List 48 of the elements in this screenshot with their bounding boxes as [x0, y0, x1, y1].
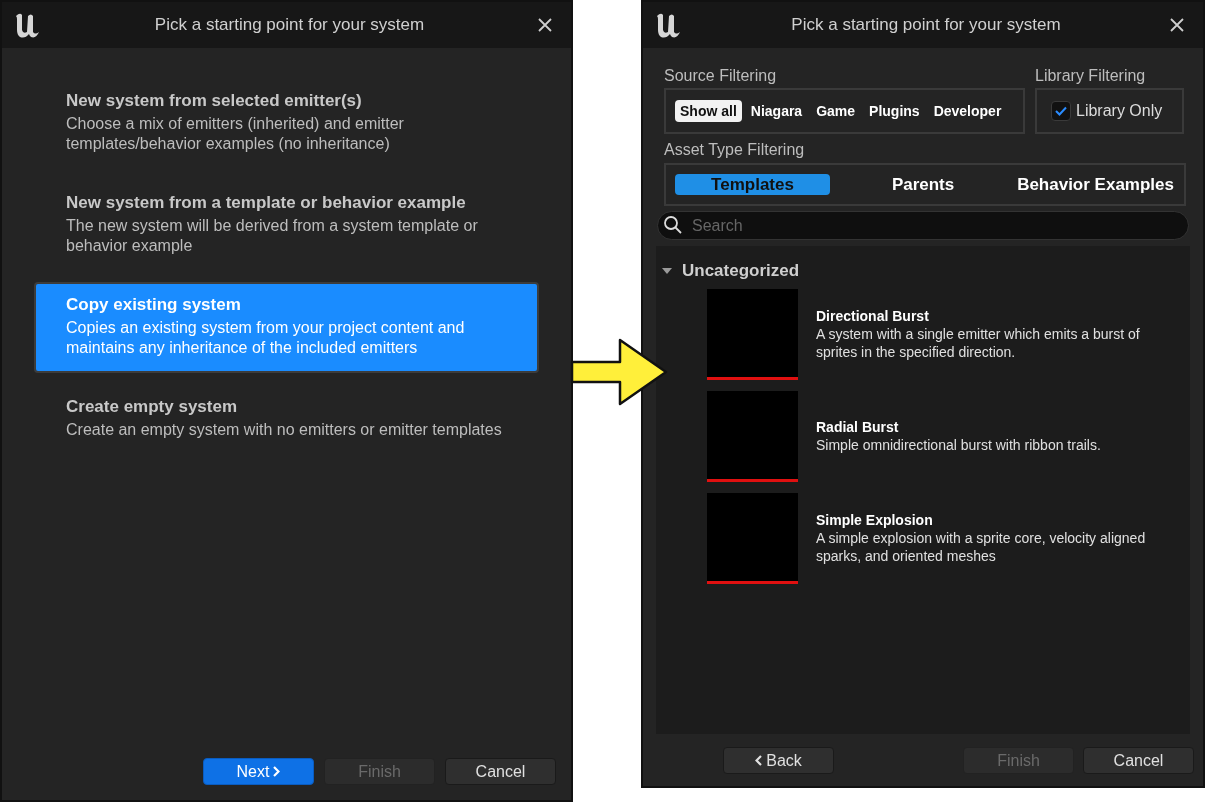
- option-item[interactable]: New system from selected emitter(s) Choose a mix of emitters (inherited) and emitter templates/behavior examples (no inheritance): [34, 78, 539, 169]
- asset-item[interactable]: Simple Explosion A simple explosion with a sprite core, velocity aligned sparks, and oriented meshes: [656, 490, 1190, 592]
- option-item[interactable]: New system from a template or behavior example The new system will be derived from a system template or behavior example: [34, 180, 539, 271]
- option-description: Create an empty system with no emitters or emitter templates: [66, 419, 503, 440]
- asset-item[interactable]: Directional Burst A system with a single emitter which emits a burst of sprites in the specified direction.: [656, 286, 1190, 388]
- option-title: Create empty system: [66, 396, 239, 418]
- window-title: Pick a starting point for your system: [790, 14, 1062, 37]
- asset-type-tab[interactable]: Behavior Examples: [1016, 174, 1175, 195]
- filter-toggle[interactable]: Game: [811, 100, 861, 122]
- next-button[interactable]: Next: [203, 758, 314, 785]
- close-icon[interactable]: [537, 17, 553, 33]
- dialog-button[interactable]: Cancel: [445, 758, 556, 785]
- asset-item[interactable]: Radial Burst Simple omnidirectional burst with ribbon trails.: [656, 388, 1190, 490]
- asset-type-tab[interactable]: Templates: [675, 174, 830, 195]
- section-label: Asset Type Filtering: [664, 141, 805, 158]
- category-header[interactable]: Uncategorized: [656, 246, 1190, 286]
- dialog-button[interactable]: Cancel: [1083, 747, 1194, 774]
- option-title: Copy existing system: [66, 294, 242, 316]
- section-label: Library Filtering: [1035, 66, 1147, 86]
- asset-description: A simple explosion with a sprite core, velocity aligned sparks, and oriented meshes: [816, 529, 1147, 565]
- checkbox-label: Library Only: [1076, 101, 1163, 121]
- asset-title: Radial Burst: [816, 418, 900, 436]
- option-item[interactable]: Create empty system Create an empty system with no emitters or emitter templates: [34, 384, 539, 475]
- search-icon: [663, 215, 683, 235]
- close-icon[interactable]: [1169, 17, 1185, 33]
- filter-toggle[interactable]: Show all: [675, 100, 742, 122]
- option-title: New system from a template or behavior example: [66, 192, 467, 214]
- check-icon: [1055, 106, 1067, 116]
- asset-description: Simple omnidirectional burst with ribbon trails.: [816, 436, 1101, 454]
- section-label: Source Filtering: [664, 66, 778, 86]
- window-title: Pick a starting point for your system: [153, 14, 426, 37]
- filter-toggle[interactable]: Niagara: [745, 100, 808, 122]
- checkbox[interactable]: [1051, 101, 1071, 121]
- chevron-left-icon: [755, 755, 763, 766]
- search-field[interactable]: Search: [657, 211, 1189, 240]
- asset-description: A system with a single emitter which emits a burst of sprites in the specified direction.: [816, 325, 1141, 361]
- option-description: The new system will be derived from a system template or behavior example: [66, 215, 479, 256]
- asset-type-tab[interactable]: Parents: [890, 174, 956, 195]
- filter-toggle[interactable]: Plugins: [864, 100, 925, 122]
- option-title: New system from selected emitter(s): [66, 90, 363, 112]
- filter-toggle[interactable]: Developer: [928, 100, 1007, 122]
- back-button[interactable]: Back: [723, 747, 834, 774]
- asset-title: Simple Explosion: [816, 511, 934, 529]
- option-description: Copies an existing system from your project content and maintains any inheritance of the included emitters: [66, 317, 466, 358]
- asset-title: Directional Burst: [816, 307, 930, 325]
- chevron-right-icon: [273, 766, 281, 777]
- option-description: Choose a mix of emitters (inherited) and emitter templates/behavior examples (no inheritance): [66, 113, 405, 154]
- triangle-down-icon: [661, 265, 673, 276]
